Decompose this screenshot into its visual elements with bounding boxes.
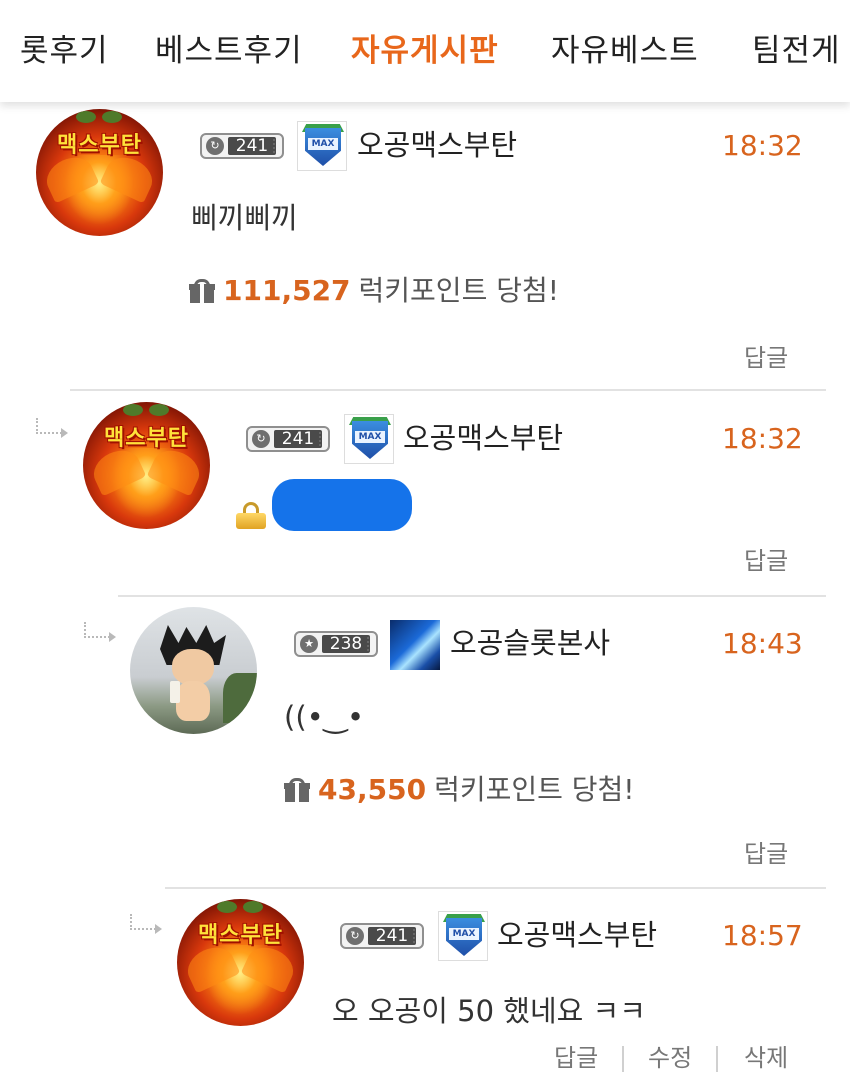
tab-best-review[interactable]: 베스트후기 [155, 28, 303, 74]
tab-team-board[interactable]: 팀전게 [752, 28, 841, 74]
delete-button[interactable]: 삭제 [744, 1040, 788, 1076]
action-separator [622, 1046, 624, 1072]
reply-arrow-icon [130, 914, 162, 934]
tab-free-best[interactable]: 자유베스트 [551, 28, 699, 74]
avatar-label: 맥스부탄 [198, 923, 283, 948]
leaf-decoration [243, 901, 263, 913]
tab-slot-review[interactable]: 롯후기 [20, 28, 109, 74]
category-tab-bar: 롯후기 베스트후기 자유게시판 자유베스트 팀전게 [0, 0, 850, 102]
action-separator [716, 1046, 718, 1072]
reply-button[interactable]: 답글 [554, 1040, 598, 1076]
nickname[interactable]: 오공맥스부탄 [497, 915, 657, 955]
avatar[interactable]: 맥스부탄 [177, 899, 304, 1026]
comment-time: 18:57 [722, 919, 803, 952]
level-badge-icon: ↻ 241 [340, 923, 424, 949]
level-ring-icon: ↻ [346, 927, 364, 945]
tab-free-board[interactable]: 자유게시판 [351, 28, 499, 74]
leaf-decoration [217, 901, 237, 913]
badge-grip [413, 929, 419, 943]
shield-label: MAX [449, 928, 479, 940]
level-number: 241 [368, 927, 416, 945]
reply-comment-item: 맥스부탄 ↻ 241 MAX 오공맥스부탄 18:57 오 오공이 50 했네요… [0, 0, 850, 1083]
edit-button[interactable]: 수정 [648, 1040, 692, 1076]
shield-icon: MAX [446, 918, 482, 956]
rank-badge-icon: MAX [438, 911, 488, 961]
comment-text: 오 오공이 50 했네요 ㅋㅋ [332, 994, 646, 1028]
